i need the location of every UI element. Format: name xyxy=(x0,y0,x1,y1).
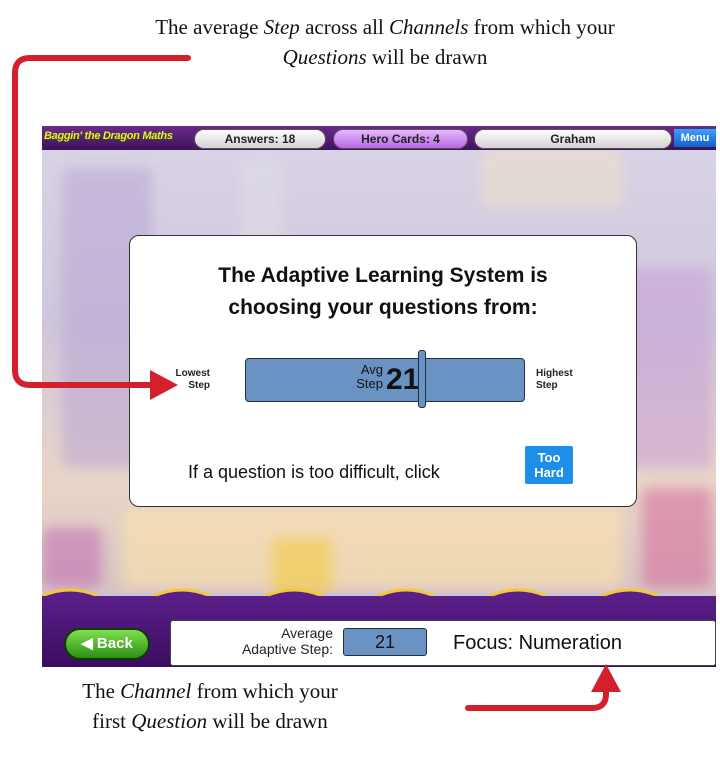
arrow-to-focus xyxy=(465,687,609,711)
arrow-head-avg-step xyxy=(150,370,178,400)
annotation-arrows xyxy=(12,55,621,711)
arrow-to-avg-step xyxy=(12,55,191,388)
arrow-head-focus xyxy=(591,664,621,692)
